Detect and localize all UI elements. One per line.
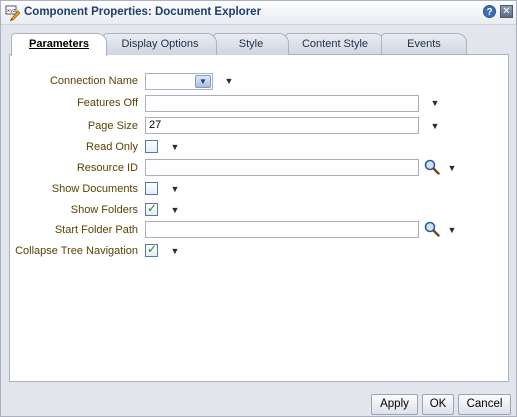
tab-content-style[interactable]: Content Style — [285, 33, 385, 55]
resource-id-input[interactable] — [145, 159, 419, 176]
select-dropdown-icon[interactable]: ▼ — [195, 75, 211, 88]
chevron-down-icon[interactable]: ▼ — [170, 205, 180, 215]
tab-style[interactable]: Style — [213, 33, 289, 55]
apply-button[interactable]: Apply — [371, 394, 418, 415]
dialog-title: Component Properties: Document Explorer — [24, 6, 262, 18]
check-icon: ✓ — [147, 201, 158, 215]
svg-text:xyz: xyz — [7, 8, 16, 14]
chevron-down-icon[interactable]: ▼ — [447, 225, 457, 235]
show-documents-label: Show Documents — [51, 183, 138, 195]
collapse-tree-navigation-checkbox[interactable]: ✓ — [145, 242, 158, 257]
chevron-down-icon[interactable]: ▼ — [224, 76, 234, 86]
search-icon[interactable] — [424, 221, 440, 237]
check-icon: ✓ — [147, 242, 158, 256]
edit-properties-icon: xyz — [5, 5, 21, 21]
features-off-input[interactable] — [145, 95, 419, 112]
start-folder-path-input[interactable] — [145, 221, 419, 238]
tab-parameters[interactable]: Parameters — [11, 33, 107, 56]
tab-events[interactable]: Events — [381, 33, 467, 55]
chevron-down-icon[interactable]: ▼ — [430, 98, 440, 108]
close-icon[interactable]: ✕ — [500, 5, 513, 18]
tab-strip: Parameters Display Options Style Content… — [11, 33, 471, 56]
chevron-down-icon[interactable]: ▼ — [447, 163, 457, 173]
dialog-titlebar: xyz Component Properties: Document Explo… — [1, 1, 516, 25]
chevron-down-icon[interactable]: ▼ — [170, 246, 180, 256]
dialog-footer: Apply OK Cancel — [1, 387, 516, 416]
chevron-down-icon[interactable]: ▼ — [430, 121, 440, 131]
help-icon[interactable]: ? — [483, 5, 496, 18]
show-documents-checkbox[interactable] — [145, 182, 158, 195]
read-only-checkbox[interactable] — [145, 140, 158, 153]
features-off-label: Features Off — [77, 97, 138, 109]
chevron-down-icon[interactable]: ▼ — [170, 184, 180, 194]
start-folder-path-label: Start Folder Path — [54, 224, 138, 236]
component-properties-dialog: xyz Component Properties: Document Explo… — [0, 0, 517, 417]
chevron-down-icon[interactable]: ▼ — [170, 142, 180, 152]
connection-name-select[interactable]: ▼ — [145, 73, 213, 90]
page-size-label: Page Size — [87, 120, 138, 132]
page-size-input[interactable]: 27 — [145, 117, 419, 134]
connection-name-label: Connection Name — [49, 75, 138, 87]
search-icon[interactable] — [424, 159, 440, 175]
show-folders-label: Show Folders — [70, 204, 138, 216]
tab-display-options[interactable]: Display Options — [103, 33, 217, 55]
collapse-tree-navigation-label: Collapse Tree Navigation — [15, 245, 138, 257]
cancel-button[interactable]: Cancel — [458, 394, 511, 415]
show-folders-checkbox[interactable]: ✓ — [145, 201, 158, 216]
resource-id-label: Resource ID — [76, 162, 138, 174]
read-only-label: Read Only — [86, 141, 138, 153]
ok-button[interactable]: OK — [422, 394, 454, 415]
